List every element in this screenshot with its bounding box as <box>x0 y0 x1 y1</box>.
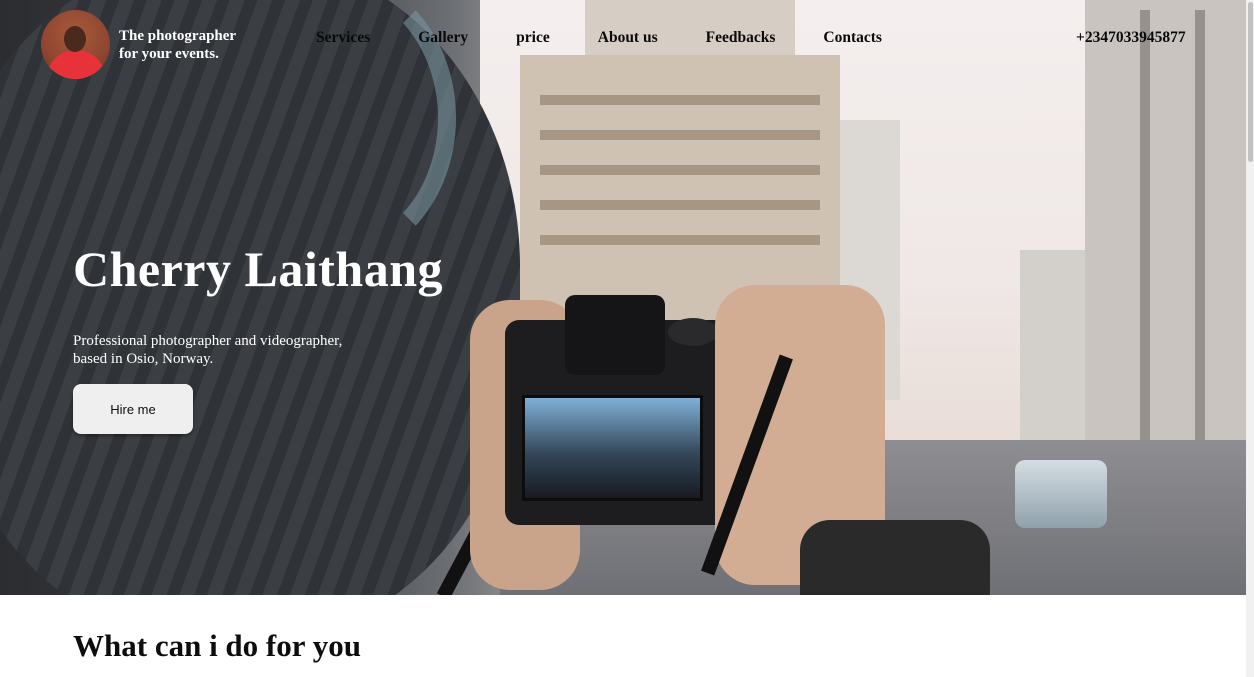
hero-title: Cherry Laithang <box>73 241 443 297</box>
hero-subtitle: Professional photographer and videograph… <box>73 332 383 368</box>
main-nav: Services Gallery price About us Feedback… <box>316 29 930 47</box>
camera-screen <box>522 395 703 501</box>
nav-gallery[interactable]: Gallery <box>418 29 468 47</box>
scrollbar-thumb[interactable] <box>1248 2 1253 162</box>
nav-feedbacks[interactable]: Feedbacks <box>706 29 776 47</box>
nav-services[interactable]: Services <box>316 29 370 47</box>
brand-tagline: The photographer for your events. <box>119 27 259 63</box>
hero-subtitle-line-2: based in Osio, Norway. <box>73 351 214 367</box>
hero-subtitle-line-1: Professional photographer and videograph… <box>73 333 343 349</box>
hero-car <box>1015 460 1107 528</box>
nav-price[interactable]: price <box>516 29 550 47</box>
nav-contacts[interactable]: Contacts <box>823 29 882 47</box>
brand-line-1: The photographer <box>119 27 237 44</box>
phone-number[interactable]: +2347033945877 <box>1076 29 1186 47</box>
avatar[interactable] <box>41 10 110 79</box>
hero-building <box>1085 0 1246 470</box>
section-title: What can i do for you <box>73 628 361 663</box>
brand[interactable]: The photographer for your events. <box>41 10 259 79</box>
nav-about-us[interactable]: About us <box>598 29 658 47</box>
hero-building <box>1020 250 1090 470</box>
hire-me-button[interactable]: Hire me <box>73 384 193 434</box>
brand-line-2: for your events. <box>119 45 219 62</box>
